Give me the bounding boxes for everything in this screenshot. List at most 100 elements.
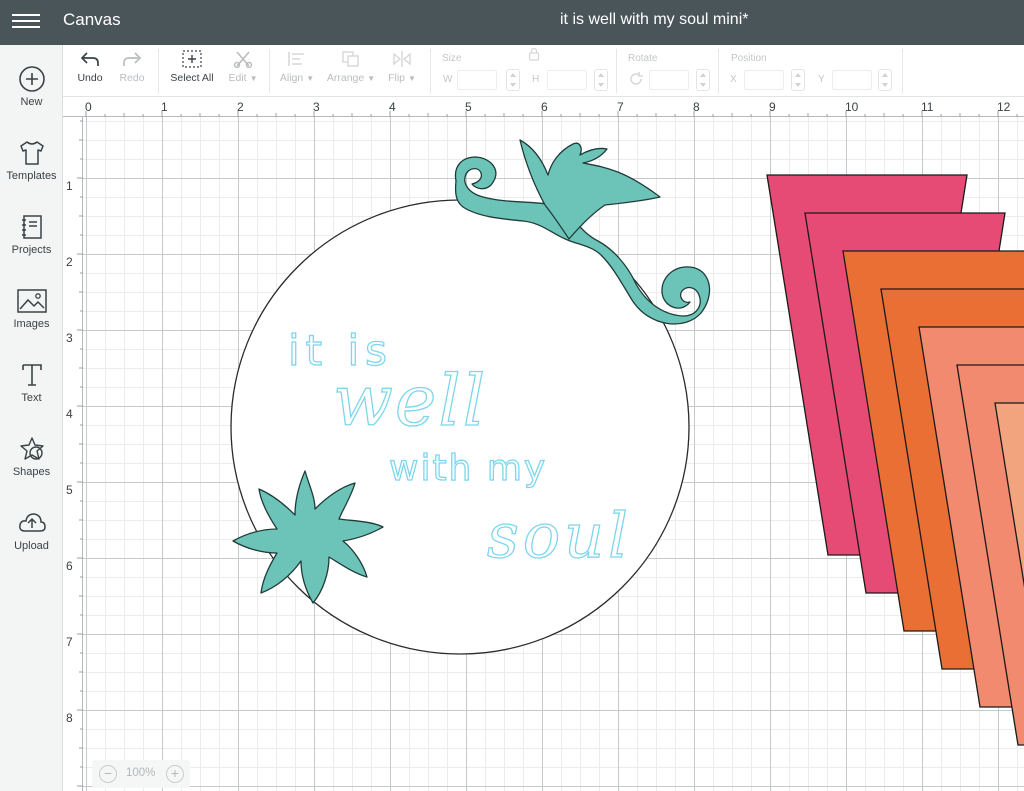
sidebar-item-projects[interactable]: Projects [0,205,63,275]
sidebar-item-label: Text [21,392,42,404]
shapes-icon [19,437,44,460]
trapezoid-stack[interactable] [766,174,1024,783]
undo-icon [80,52,99,66]
zoom-in-button[interactable]: + [166,765,184,783]
x-position-input[interactable] [744,70,784,90]
undo-button[interactable]: Undo [75,48,105,84]
align-icon [288,52,304,66]
horizontal-ruler: 0 1 2 3 4 5 6 7 8 9 10 11 12 [63,97,1024,117]
text-well[interactable]: well [332,359,487,442]
ruler-label: 5 [66,483,73,497]
ruler-label: 6 [66,559,73,573]
flip-icon [393,51,411,67]
zoom-out-button[interactable]: − [99,765,117,783]
text-word: well [333,360,487,442]
edit-button[interactable]: Edit ▼ [225,48,261,84]
ruler-label: 5 [465,100,472,114]
ruler-label: 4 [389,100,396,114]
x-label: X [730,74,737,85]
chevron-down-icon: ▼ [408,74,416,83]
ruler-label: 7 [617,100,624,114]
ruler-label: 1 [161,100,168,114]
sidebar-item-label: New [20,96,43,108]
sidebar-item-text[interactable]: Text [0,353,63,423]
undo-label: Undo [77,72,103,84]
arrange-icon [342,51,359,67]
zoom-control: − 100% + [92,760,190,788]
sidebar-item-label: Shapes [12,466,51,478]
toolbar-divider [616,49,617,93]
y-position-stepper[interactable] [878,69,892,91]
cloud-upload-icon [18,513,46,532]
rotate-stepper[interactable] [696,69,710,91]
arrange-button[interactable]: Arrange ▼ [325,48,377,84]
design-layer: it is well with my soul [230,139,1024,783]
design-canvas[interactable]: it is well with my soul [83,117,1024,791]
edit-toolbar: Undo Redo Select All Edit ▼ Align ▼ Arrang… [63,45,1024,97]
chevron-down-icon: ▼ [367,74,376,83]
sidebar-item-label: Projects [11,244,52,256]
toolbar-divider [269,49,270,93]
y-label: Y [818,74,825,85]
arrange-label: Arrange [326,72,365,84]
select-all-button[interactable]: Select All [168,48,216,84]
redo-icon [123,52,142,66]
vertical-ruler: 1 2 3 4 5 6 7 8 [63,117,83,791]
select-all-label: Select All [170,72,214,84]
ruler-label: 2 [237,100,244,114]
width-input[interactable] [457,70,497,90]
align-button[interactable]: Align ▼ [277,48,317,84]
text-word: soul [487,499,632,572]
height-input[interactable] [547,70,587,90]
ruler-label: 11 [921,100,934,114]
ruler-label: 7 [66,635,73,649]
app-title: Canvas [63,10,121,29]
text-word: with my [389,448,547,489]
sidebar-item-shapes[interactable]: Shapes [0,427,63,497]
ruler-label: 2 [66,255,73,269]
rotate-input[interactable] [649,70,689,90]
hamburger-menu-icon[interactable] [12,10,40,34]
vertical-ruler-ticks [77,120,83,787]
size-label: Size [442,53,462,64]
x-position-stepper[interactable] [791,69,805,91]
rotate-label: Rotate [628,53,658,64]
tshirt-icon [19,141,44,165]
redo-label: Redo [119,72,145,84]
text-with-my[interactable]: with my [388,447,547,489]
width-label: W [443,74,453,85]
width-stepper[interactable] [506,69,520,91]
rotate-icon [630,72,643,85]
project-title[interactable]: it is well with my soul mini* [560,11,748,29]
chevron-down-icon: ▼ [249,74,258,83]
ruler-label: 8 [693,100,700,114]
text-icon [21,364,42,386]
sidebar-item-new[interactable]: New [0,57,63,127]
ruler-label: 6 [541,100,548,114]
ruler-label: 9 [769,100,776,114]
toolbar-divider [430,49,431,93]
sidebar-item-label: Templates [6,170,57,182]
image-icon [16,289,47,313]
sidebar-item-images[interactable]: Images [0,279,63,349]
height-label: H [532,74,540,85]
ruler-label: 4 [66,407,73,421]
ruler-label: 3 [66,331,73,345]
sidebar-item-upload[interactable]: Upload [0,501,63,571]
edit-scissors-icon [233,51,253,68]
top-bar: Canvas it is well with my soul mini* [0,0,1024,45]
ruler-label: 10 [845,100,859,114]
flip-button[interactable]: Flip ▼ [385,48,419,84]
y-position-input[interactable] [832,70,872,90]
position-label: Position [731,53,767,64]
toolbar-divider [158,49,159,93]
left-sidebar: New Templates Projects Images Text Shape… [0,45,63,791]
height-stepper[interactable] [594,69,608,91]
sidebar-item-label: Upload [14,540,49,552]
text-soul[interactable]: soul [486,498,632,572]
sidebar-item-templates[interactable]: Templates [0,131,63,201]
toolbar-divider [902,49,903,93]
redo-button[interactable]: Redo [117,48,147,84]
ruler-label: 3 [313,100,320,114]
lock-icon[interactable] [528,47,540,61]
